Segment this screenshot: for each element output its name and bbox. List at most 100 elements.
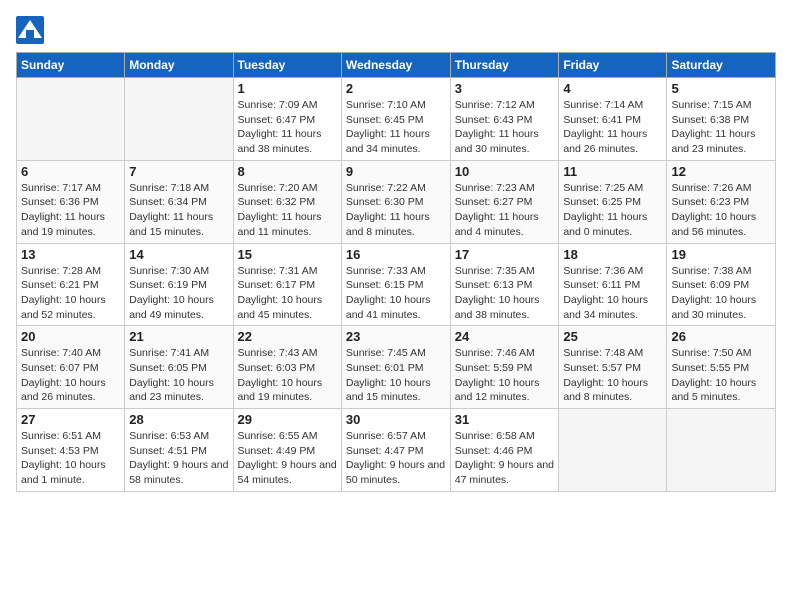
calendar-cell: 24Sunrise: 7:46 AMSunset: 5:59 PMDayligh… xyxy=(450,326,559,409)
day-number: 9 xyxy=(346,164,446,179)
day-number: 16 xyxy=(346,247,446,262)
day-info: Sunrise: 6:51 AMSunset: 4:53 PMDaylight:… xyxy=(21,429,120,488)
day-number: 12 xyxy=(671,164,771,179)
weekday-header-friday: Friday xyxy=(559,53,667,78)
day-number: 25 xyxy=(563,329,662,344)
day-number: 30 xyxy=(346,412,446,427)
day-number: 2 xyxy=(346,81,446,96)
day-info: Sunrise: 6:57 AMSunset: 4:47 PMDaylight:… xyxy=(346,429,446,488)
logo xyxy=(16,16,48,44)
calendar-cell: 20 Sunrise: 7:40 AMSunset: 6:07 PMDayligh… xyxy=(17,326,125,409)
calendar-cell: 1Sunrise: 7:09 AMSunset: 6:47 PMDaylight… xyxy=(233,78,341,161)
calendar-cell: 15 Sunrise: 7:31 AMSunset: 6:17 PMDayligh… xyxy=(233,243,341,326)
day-number: 21 xyxy=(129,329,228,344)
calendar-cell xyxy=(667,409,776,492)
day-number: 27 xyxy=(21,412,120,427)
calendar-cell: 11 Sunrise: 7:25 AMSunset: 6:25 PMDayligh… xyxy=(559,160,667,243)
day-info: Sunrise: 7:33 AMSunset: 6:15 PMDaylight:… xyxy=(346,264,446,323)
calendar-cell xyxy=(17,78,125,161)
calendar-week-row: 13Sunrise: 7:28 AMSunset: 6:21 PMDayligh… xyxy=(17,243,776,326)
calendar-cell: 13Sunrise: 7:28 AMSunset: 6:21 PMDayligh… xyxy=(17,243,125,326)
calendar-cell xyxy=(125,78,233,161)
day-number: 19 xyxy=(671,247,771,262)
logo-icon xyxy=(16,16,44,44)
calendar-cell: 27 Sunrise: 6:51 AMSunset: 4:53 PMDayligh… xyxy=(17,409,125,492)
day-info: Sunrise: 7:22 AMSunset: 6:30 PMDaylight:… xyxy=(346,181,446,240)
calendar-week-row: 20 Sunrise: 7:40 AMSunset: 6:07 PMDayligh… xyxy=(17,326,776,409)
day-number: 4 xyxy=(563,81,662,96)
weekday-header-sunday: Sunday xyxy=(17,53,125,78)
day-number: 29 xyxy=(238,412,337,427)
day-number: 10 xyxy=(455,164,555,179)
day-info: Sunrise: 7:31 AMSunset: 6:17 PMDaylight:… xyxy=(238,264,337,323)
calendar-cell: 7Sunrise: 7:18 AMSunset: 6:34 PMDaylight… xyxy=(125,160,233,243)
day-info: Sunrise: 7:25 AMSunset: 6:25 PMDaylight:… xyxy=(563,181,662,240)
day-info: Sunrise: 7:14 AMSunset: 6:41 PMDaylight:… xyxy=(563,98,662,157)
day-info: Sunrise: 7:40 AMSunset: 6:07 PMDaylight:… xyxy=(21,346,120,405)
day-info: Sunrise: 6:58 AMSunset: 4:46 PMDaylight:… xyxy=(455,429,555,488)
day-number: 22 xyxy=(238,329,337,344)
day-info: Sunrise: 7:09 AMSunset: 6:47 PMDaylight:… xyxy=(238,98,337,157)
calendar-cell: 14 Sunrise: 7:30 AMSunset: 6:19 PMDayligh… xyxy=(125,243,233,326)
day-number: 8 xyxy=(238,164,337,179)
calendar-body: 1Sunrise: 7:09 AMSunset: 6:47 PMDaylight… xyxy=(17,78,776,492)
calendar-week-row: 27 Sunrise: 6:51 AMSunset: 4:53 PMDayligh… xyxy=(17,409,776,492)
calendar-cell: 28 Sunrise: 6:53 AMSunset: 4:51 PMDayligh… xyxy=(125,409,233,492)
calendar-cell: 10 Sunrise: 7:23 AMSunset: 6:27 PMDayligh… xyxy=(450,160,559,243)
calendar-cell: 30 Sunrise: 6:57 AMSunset: 4:47 PMDayligh… xyxy=(341,409,450,492)
day-info: Sunrise: 7:41 AMSunset: 6:05 PMDaylight:… xyxy=(129,346,228,405)
day-number: 14 xyxy=(129,247,228,262)
calendar-cell: 16 Sunrise: 7:33 AMSunset: 6:15 PMDayligh… xyxy=(341,243,450,326)
calendar-cell: 22Sunrise: 7:43 AMSunset: 6:03 PMDayligh… xyxy=(233,326,341,409)
calendar-cell: 2 Sunrise: 7:10 AMSunset: 6:45 PMDaylight… xyxy=(341,78,450,161)
day-info: Sunrise: 7:15 AMSunset: 6:38 PMDaylight:… xyxy=(671,98,771,157)
day-info: Sunrise: 6:53 AMSunset: 4:51 PMDaylight:… xyxy=(129,429,228,488)
day-number: 20 xyxy=(21,329,120,344)
day-info: Sunrise: 7:30 AMSunset: 6:19 PMDaylight:… xyxy=(129,264,228,323)
calendar-week-row: 1Sunrise: 7:09 AMSunset: 6:47 PMDaylight… xyxy=(17,78,776,161)
calendar-cell: 8 Sunrise: 7:20 AMSunset: 6:32 PMDaylight… xyxy=(233,160,341,243)
day-number: 24 xyxy=(455,329,555,344)
day-info: Sunrise: 7:38 AMSunset: 6:09 PMDaylight:… xyxy=(671,264,771,323)
day-info: Sunrise: 7:23 AMSunset: 6:27 PMDaylight:… xyxy=(455,181,555,240)
day-number: 13 xyxy=(21,247,120,262)
calendar-cell xyxy=(559,409,667,492)
calendar-cell: 31 Sunrise: 6:58 AMSunset: 4:46 PMDayligh… xyxy=(450,409,559,492)
day-info: Sunrise: 7:35 AMSunset: 6:13 PMDaylight:… xyxy=(455,264,555,323)
calendar-cell: 18 Sunrise: 7:36 AMSunset: 6:11 PMDayligh… xyxy=(559,243,667,326)
day-info: Sunrise: 7:20 AMSunset: 6:32 PMDaylight:… xyxy=(238,181,337,240)
day-number: 28 xyxy=(129,412,228,427)
day-number: 3 xyxy=(455,81,555,96)
day-info: Sunrise: 7:45 AMSunset: 6:01 PMDaylight:… xyxy=(346,346,446,405)
day-info: Sunrise: 6:55 AMSunset: 4:49 PMDaylight:… xyxy=(238,429,337,488)
calendar-cell: 9 Sunrise: 7:22 AMSunset: 6:30 PMDaylight… xyxy=(341,160,450,243)
day-number: 7 xyxy=(129,164,228,179)
calendar-cell: 21 Sunrise: 7:41 AMSunset: 6:05 PMDayligh… xyxy=(125,326,233,409)
day-number: 15 xyxy=(238,247,337,262)
day-info: Sunrise: 7:10 AMSunset: 6:45 PMDaylight:… xyxy=(346,98,446,157)
weekday-header-thursday: Thursday xyxy=(450,53,559,78)
calendar-header-row: SundayMondayTuesdayWednesdayThursdayFrid… xyxy=(17,53,776,78)
calendar-cell: 12Sunrise: 7:26 AMSunset: 6:23 PMDayligh… xyxy=(667,160,776,243)
calendar-cell: 4 Sunrise: 7:14 AMSunset: 6:41 PMDaylight… xyxy=(559,78,667,161)
day-info: Sunrise: 7:17 AMSunset: 6:36 PMDaylight:… xyxy=(21,181,120,240)
calendar-table: SundayMondayTuesdayWednesdayThursdayFrid… xyxy=(16,52,776,492)
day-number: 18 xyxy=(563,247,662,262)
day-info: Sunrise: 7:12 AMSunset: 6:43 PMDaylight:… xyxy=(455,98,555,157)
day-number: 17 xyxy=(455,247,555,262)
calendar-cell: 17 Sunrise: 7:35 AMSunset: 6:13 PMDayligh… xyxy=(450,243,559,326)
calendar-cell: 26Sunrise: 7:50 AMSunset: 5:55 PMDayligh… xyxy=(667,326,776,409)
calendar-cell: 23Sunrise: 7:45 AMSunset: 6:01 PMDayligh… xyxy=(341,326,450,409)
calendar-cell: 3 Sunrise: 7:12 AMSunset: 6:43 PMDaylight… xyxy=(450,78,559,161)
weekday-header-tuesday: Tuesday xyxy=(233,53,341,78)
calendar-week-row: 6Sunrise: 7:17 AMSunset: 6:36 PMDaylight… xyxy=(17,160,776,243)
day-number: 5 xyxy=(671,81,771,96)
weekday-header-wednesday: Wednesday xyxy=(341,53,450,78)
day-number: 11 xyxy=(563,164,662,179)
weekday-header-saturday: Saturday xyxy=(667,53,776,78)
day-number: 31 xyxy=(455,412,555,427)
day-info: Sunrise: 7:36 AMSunset: 6:11 PMDaylight:… xyxy=(563,264,662,323)
calendar-cell: 25Sunrise: 7:48 AMSunset: 5:57 PMDayligh… xyxy=(559,326,667,409)
calendar-cell: 19 Sunrise: 7:38 AMSunset: 6:09 PMDayligh… xyxy=(667,243,776,326)
calendar-cell: 29 Sunrise: 6:55 AMSunset: 4:49 PMDayligh… xyxy=(233,409,341,492)
